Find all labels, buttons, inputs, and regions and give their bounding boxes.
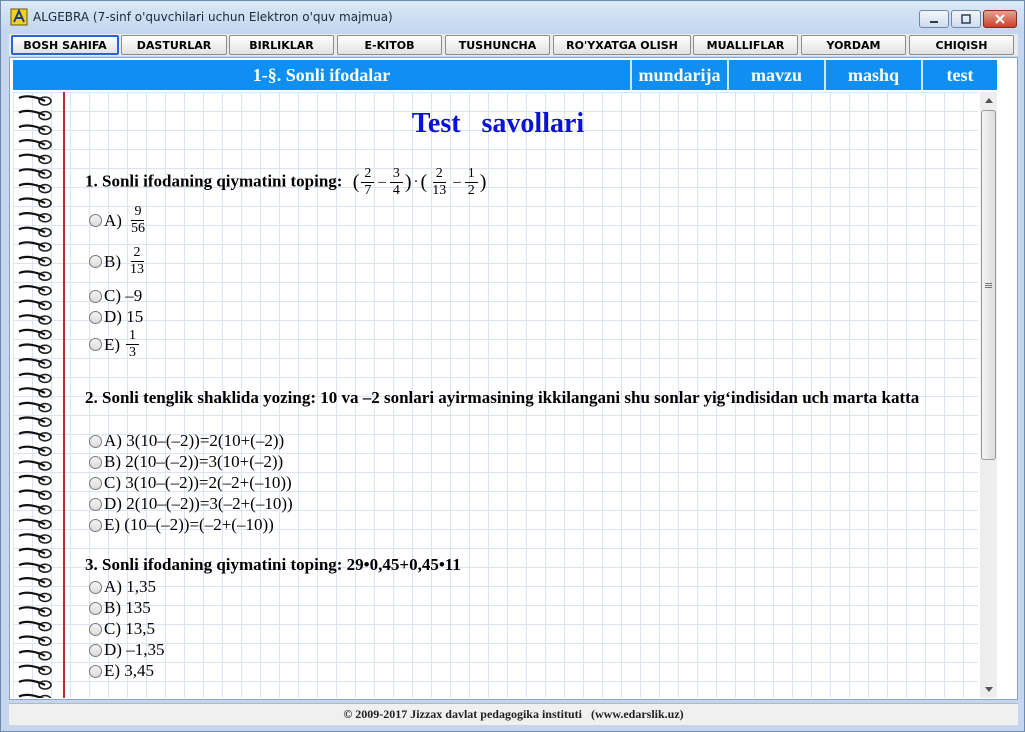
nav-dasturlar-button[interactable]: DASTURLAR [121, 35, 227, 55]
margin-line [63, 92, 65, 698]
vertical-scrollbar[interactable] [980, 92, 997, 698]
radio-button[interactable] [89, 643, 102, 657]
q3-option-a[interactable]: A) 1,35 [89, 577, 156, 597]
nav-e-kitob-button[interactable]: E-KITOB [337, 35, 442, 55]
q1-option-e[interactable]: E) 13 [89, 328, 141, 361]
window-title: ALGEBRA (7-sinf o'quvchilari uchun Elekt… [33, 10, 393, 24]
mundarija-link[interactable]: mundarija [630, 60, 727, 90]
radio-button[interactable] [89, 518, 102, 532]
content-frame: 1-§. Sonli ifodalar mundarija mavzu mash… [9, 57, 1018, 700]
q3-option-c[interactable]: C) 13,5 [89, 619, 155, 639]
q2-option-d[interactable]: D) 2(10–(–2))=3(–2+(–10)) [89, 494, 293, 514]
radio-button[interactable] [89, 580, 102, 594]
close-icon [995, 14, 1005, 24]
spiral-binding-icon [18, 95, 52, 698]
question-1-text: 1. Sonli ifodaning qiymatini toping: [85, 171, 343, 191]
nav-tushuncha-button[interactable]: TUSHUNCHA [445, 35, 550, 55]
question-2-text: 2. Sonli tenglik shaklida yozing: 10 va … [85, 388, 920, 407]
app-logo-icon [10, 8, 28, 26]
maximize-button[interactable] [951, 10, 981, 28]
radio-button[interactable] [89, 664, 102, 678]
nav-bosh-sahifa-button[interactable]: BOSH SAHIFA [11, 35, 119, 55]
q3-option-e[interactable]: E) 3,45 [89, 661, 154, 681]
q3-option-b[interactable]: B) 135 [89, 598, 151, 618]
status-bar: © 2009-2017 Jizzax davlat pedagogika ins… [9, 703, 1018, 725]
maximize-icon [961, 14, 971, 24]
q2-option-a[interactable]: A) 3(10–(–2))=2(10+(–2)) [89, 431, 284, 451]
mashq-link[interactable]: mashq [824, 60, 921, 90]
minimize-button[interactable] [919, 10, 949, 28]
notebook-page: Test savollari 1. Sonli ifodaning qiymat… [13, 92, 978, 698]
q3-option-d[interactable]: D) –1,35 [89, 640, 164, 660]
nav-royxatga-olish-button[interactable]: RO'YXATGA OLISH [553, 35, 691, 55]
radio-button[interactable] [89, 601, 102, 615]
q1-option-c[interactable]: C) –9 [89, 286, 142, 306]
radio-button[interactable] [89, 310, 102, 324]
q2-option-b[interactable]: B) 2(10–(–2))=3(10+(–2)) [89, 452, 283, 472]
radio-button[interactable] [89, 338, 102, 351]
section-header: 1-§. Sonli ifodalar mundarija mavzu mash… [13, 60, 997, 90]
nav-chiqish-button[interactable]: CHIQISH [909, 35, 1014, 55]
radio-button[interactable] [89, 622, 102, 636]
scroll-thumb[interactable] [981, 110, 996, 460]
test-title: Test savollari [411, 108, 585, 139]
mavzu-link[interactable]: mavzu [727, 60, 824, 90]
q1-option-b[interactable]: B) 2 13 [89, 245, 149, 278]
section-title: 1-§. Sonli ifodalar [252, 64, 391, 85]
radio-button[interactable] [89, 497, 102, 511]
arrow-up-icon [984, 98, 993, 103]
close-button[interactable] [983, 10, 1017, 28]
q1-option-a[interactable]: A) 9 56 [89, 204, 150, 237]
minimize-icon [930, 21, 938, 23]
q2-option-e[interactable]: E) (10–(–2))=(–2+(–10)) [89, 515, 274, 535]
radio-button[interactable] [89, 255, 102, 268]
question-3-text: 3. Sonli ifodaning qiymatini toping: 29•… [85, 555, 461, 574]
nav-birliklar-button[interactable]: BIRLIKLAR [229, 35, 334, 55]
test-link[interactable]: test [921, 60, 997, 90]
radio-button[interactable] [89, 476, 102, 490]
radio-button[interactable] [89, 455, 102, 469]
radio-button[interactable] [89, 434, 102, 448]
question-1: 1. Sonli ifodaning qiymatini toping: ( 2… [85, 166, 486, 199]
scroll-up-button[interactable] [980, 92, 997, 108]
title-bar[interactable]: ALGEBRA (7-sinf o'quvchilari uchun Elekt… [1, 1, 1024, 33]
arrow-down-icon [984, 687, 993, 692]
radio-button[interactable] [89, 214, 102, 227]
q2-option-c[interactable]: C) 3(10–(–2))=2(–2+(–10)) [89, 473, 292, 493]
scroll-down-button[interactable] [980, 682, 997, 698]
q1-option-d[interactable]: D) 15 [89, 307, 143, 327]
app-window: ALGEBRA (7-sinf o'quvchilari uchun Elekt… [0, 0, 1025, 732]
main-nav: BOSH SAHIFA DASTURLAR BIRLIKLAR E-KITOB … [9, 34, 1018, 56]
radio-button[interactable] [89, 289, 102, 303]
grip-icon [985, 282, 992, 288]
nav-mualliflar-button[interactable]: MUALLIFLAR [693, 35, 798, 55]
nav-yordam-button[interactable]: YORDAM [801, 35, 906, 55]
question-1-expression: ( 27 – 34 ) · ( 2 13 – 12 ) [352, 166, 487, 198]
